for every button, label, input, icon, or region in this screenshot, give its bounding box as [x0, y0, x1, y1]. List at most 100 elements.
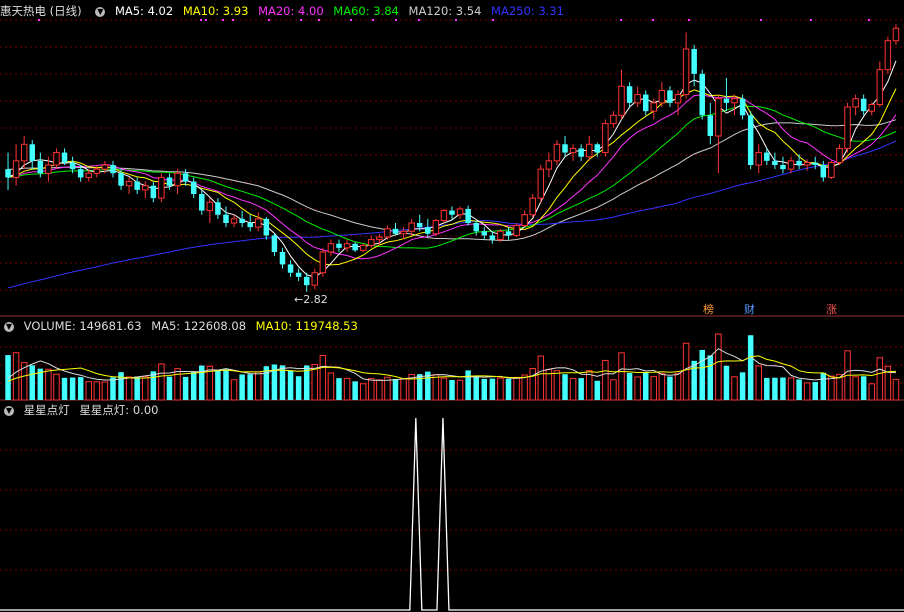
volume-bar: [166, 376, 173, 400]
candle-body: [674, 94, 682, 104]
candle-body: [85, 172, 93, 178]
volume-bar: [319, 355, 327, 401]
volume-bar: [537, 355, 545, 401]
candle-body: [319, 251, 327, 274]
candle-body: [537, 168, 545, 199]
volume-bar: [820, 372, 827, 400]
ma-lines: [7, 60, 897, 289]
volume-bar: [110, 377, 116, 400]
candle-body: [368, 239, 375, 246]
candle-body: [336, 243, 342, 248]
candle-body: [408, 222, 415, 232]
volume-bar: [473, 375, 479, 400]
tag-bang[interactable]: 榜: [701, 303, 716, 317]
candle-body: [125, 181, 133, 187]
volume-bar: [440, 377, 448, 401]
signal-dot: [760, 19, 762, 21]
candle-body: [206, 201, 214, 212]
volume-bar: [45, 368, 52, 401]
candle-body: [812, 162, 818, 165]
volume-bar: [618, 352, 625, 401]
candle-body: [739, 98, 746, 116]
volume-bar: [731, 376, 738, 401]
signal-dot: [205, 19, 207, 21]
volume-bar: [594, 380, 601, 400]
signal-dot: [268, 19, 270, 21]
candle-body: [521, 214, 528, 226]
signal-dot: [200, 19, 202, 21]
candle-body: [432, 220, 440, 235]
candle-body: [787, 160, 795, 170]
volume-bar: [182, 376, 189, 400]
candle-body: [828, 162, 835, 178]
candle-body: [626, 86, 633, 103]
indicator-path: [0, 417, 904, 611]
volume-bar: [787, 377, 795, 401]
signal-dot: [372, 19, 374, 21]
candle-body: [820, 165, 827, 178]
candle-body: [876, 69, 884, 106]
ma5-line: [7, 60, 897, 278]
signal-dot: [810, 19, 812, 21]
candle-body: [118, 173, 124, 186]
tag-cai[interactable]: 财: [742, 303, 757, 317]
volume-bar: [85, 381, 93, 401]
volume-bar: [215, 370, 221, 400]
volume-bar: [892, 378, 900, 401]
volume-bar: [359, 383, 367, 401]
candle-body: [844, 106, 851, 149]
volume-toggle-icon[interactable]: ▼: [4, 321, 14, 332]
indicator-line: [0, 417, 904, 611]
volume-bar: [739, 372, 746, 400]
candle-body: [755, 152, 762, 166]
volume-bar: [101, 381, 109, 401]
candle-body: [553, 143, 561, 162]
volume-bar: [368, 378, 375, 401]
volume-bar: [456, 379, 464, 401]
volume-bar: [876, 357, 884, 401]
candle-body: [134, 181, 140, 190]
candle-body: [5, 169, 11, 178]
volume-bar: [610, 379, 617, 401]
candlesticks: [5, 24, 900, 292]
volume-bar: [53, 373, 60, 401]
indicator-toggle-icon[interactable]: ▼: [4, 405, 14, 416]
signal-dot: [350, 19, 352, 21]
volume-bar: [343, 377, 351, 401]
tag-zhang[interactable]: 涨: [824, 303, 839, 317]
volume-bar: [497, 377, 504, 401]
signal-dot: [620, 19, 622, 21]
indicator-name: 星星点灯: [23, 403, 70, 417]
candle-body: [400, 230, 407, 235]
candle-body: [691, 49, 697, 74]
candle-body: [150, 185, 157, 199]
volume-bar: [400, 378, 407, 401]
candle-body: [295, 272, 302, 277]
candle-body: [416, 223, 423, 228]
candle-body: [699, 73, 705, 116]
candle-body: [852, 98, 859, 108]
candle-body: [61, 152, 68, 163]
candle-body: [230, 218, 238, 224]
volume-bar: [529, 368, 536, 401]
candle-body: [585, 143, 593, 158]
volume-bar: [772, 377, 778, 400]
candle-body: [247, 223, 253, 228]
ma250-label: MA250: 3.31: [491, 4, 564, 18]
grid-lines: [0, 19, 904, 571]
volume-bar: [578, 378, 584, 400]
volume-bar: [174, 368, 181, 401]
candle-body: [182, 173, 189, 182]
candle-body: [158, 176, 165, 199]
candle-body: [642, 94, 649, 112]
candle-body: [497, 230, 504, 241]
candle-body: [529, 197, 536, 216]
collapse-toggle-icon[interactable]: ▼: [95, 6, 106, 17]
candle-body: [513, 224, 520, 236]
volume-bar: [255, 371, 262, 401]
volume-bar: [860, 376, 867, 400]
volume-bar: [658, 373, 666, 401]
candle-body: [37, 160, 44, 174]
volume-bar: [247, 374, 253, 400]
signal-dot: [418, 19, 420, 21]
